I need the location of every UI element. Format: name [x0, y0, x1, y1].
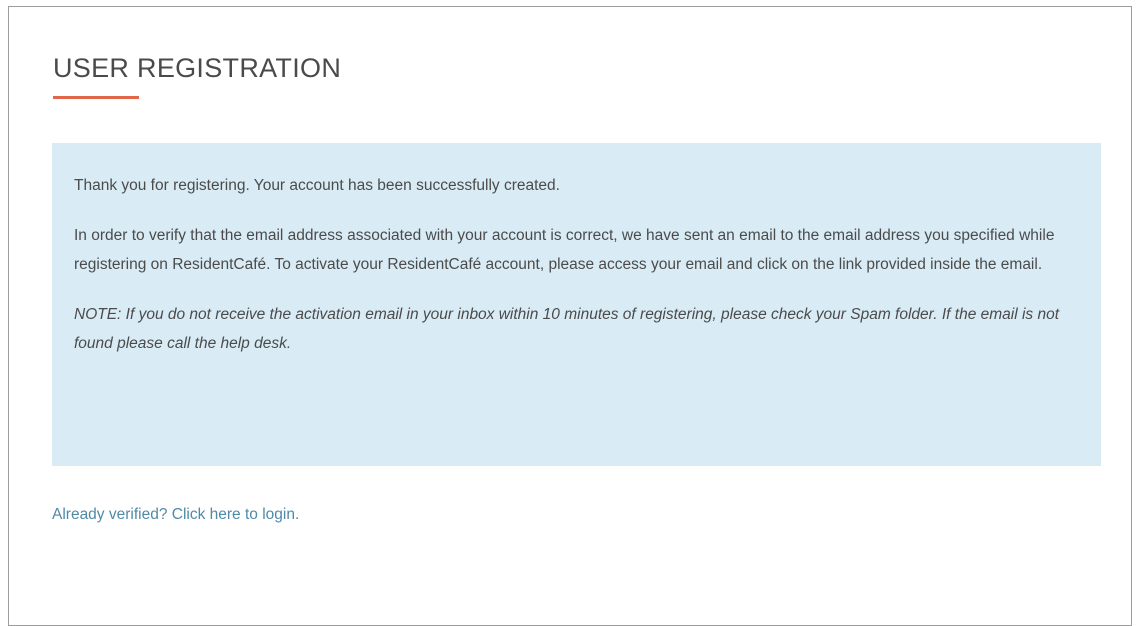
registration-panel: USER REGISTRATION Thank you for register…: [8, 6, 1132, 626]
note-text: NOTE: If you do not receive the activati…: [74, 306, 1060, 352]
success-text: Thank you for registering. Your account …: [74, 177, 560, 194]
page-title: USER REGISTRATION: [53, 53, 342, 83]
login-link[interactable]: Already verified? Click here to login.: [52, 504, 299, 526]
title-underline: [53, 96, 139, 99]
verify-instructions-text: In order to verify that the email addres…: [74, 227, 1055, 273]
success-message-box: Thank you for registering. Your account …: [52, 143, 1101, 466]
